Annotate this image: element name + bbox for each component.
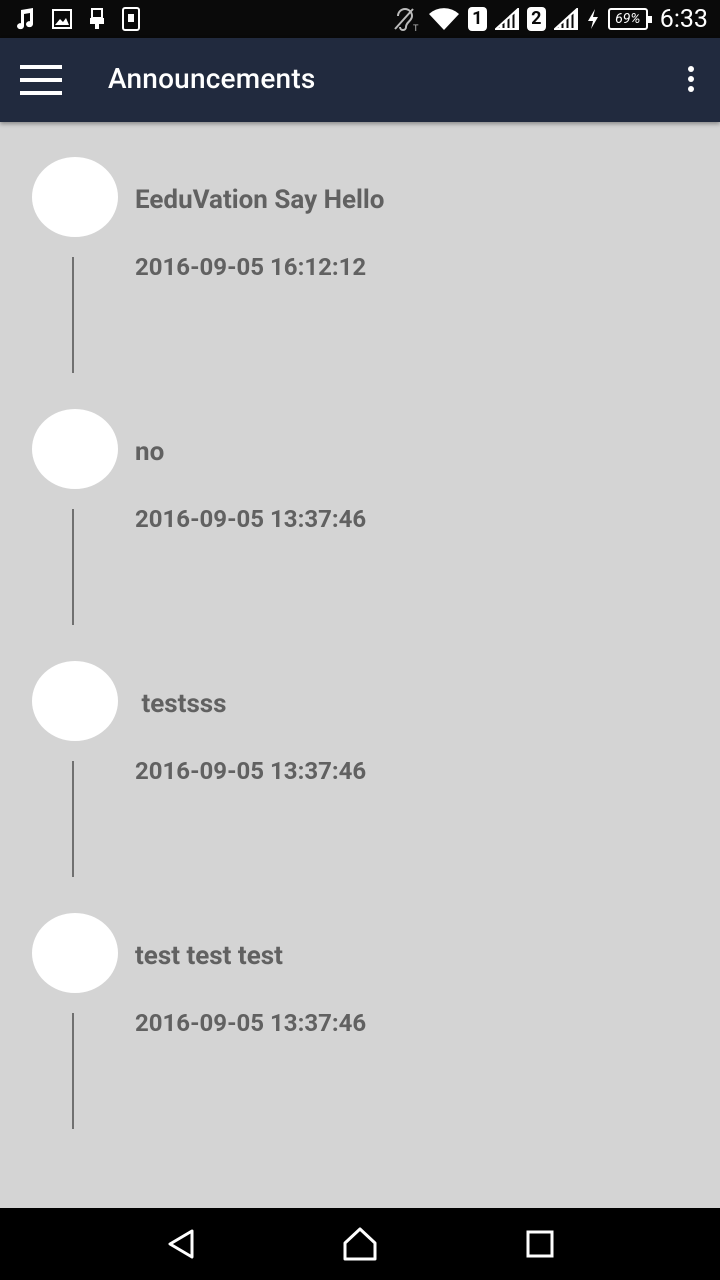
hamburger-menu-icon[interactable] <box>20 65 64 95</box>
clock: 6:33 <box>659 4 708 34</box>
announcement-item[interactable]: no 2016-09-05 13:37:46 <box>0 409 720 661</box>
announcement-item[interactable]: testsss 2016-09-05 13:37:46 <box>0 661 720 913</box>
page-title: Announcements <box>108 62 316 95</box>
announcement-title: no <box>135 437 165 467</box>
announcement-item[interactable]: EeduVation Say Hello 2016-09-05 16:12:12 <box>0 157 720 409</box>
sim2-badge: 2 <box>526 7 546 31</box>
signal-icon <box>553 8 578 30</box>
back-triangle-icon[interactable] <box>162 1226 202 1262</box>
timeline-line <box>72 257 74 373</box>
battery-indicator: 69% <box>607 8 652 30</box>
announcement-date: 2016-09-05 13:37:46 <box>135 1009 367 1037</box>
wifi-icon <box>428 7 460 31</box>
system-icons: T 1 2 69% 6:33 <box>392 0 708 38</box>
recents-square-icon[interactable] <box>520 1226 560 1262</box>
home-icon[interactable] <box>340 1226 380 1262</box>
avatar <box>32 661 118 741</box>
nfc-icon <box>122 7 140 31</box>
sim1-badge: 1 <box>467 7 487 31</box>
svg-text:T: T <box>413 23 419 32</box>
usb-icon <box>88 8 106 30</box>
timeline-line <box>72 509 74 625</box>
announcement-list: EeduVation Say Hello 2016-09-05 16:12:12… <box>0 122 720 1208</box>
avatar <box>32 157 118 237</box>
status-bar: T 1 2 69% 6:33 <box>0 0 720 38</box>
announcement-date: 2016-09-05 13:37:46 <box>135 757 367 785</box>
hearing-aid-icon: T <box>392 6 420 32</box>
announcement-item[interactable]: test test test 2016-09-05 13:37:46 <box>0 913 720 1165</box>
music-note-icon <box>14 7 36 31</box>
announcement-date: 2016-09-05 16:12:12 <box>135 253 367 281</box>
avatar <box>32 913 118 993</box>
more-vert-icon[interactable] <box>684 66 698 94</box>
notification-icons <box>14 6 140 32</box>
announcement-title: test test test <box>135 941 283 971</box>
avatar <box>32 409 118 489</box>
image-icon <box>52 9 72 29</box>
timeline-line <box>72 761 74 877</box>
announcement-title: testsss <box>135 689 227 719</box>
navigation-bar <box>0 1208 720 1280</box>
timeline-line <box>72 1013 74 1129</box>
announcement-title: EeduVation Say Hello <box>135 185 385 215</box>
charging-bolt-icon <box>586 8 600 30</box>
announcement-date: 2016-09-05 13:37:46 <box>135 505 367 533</box>
app-bar: Announcements <box>0 38 720 122</box>
signal-icon <box>494 8 519 30</box>
